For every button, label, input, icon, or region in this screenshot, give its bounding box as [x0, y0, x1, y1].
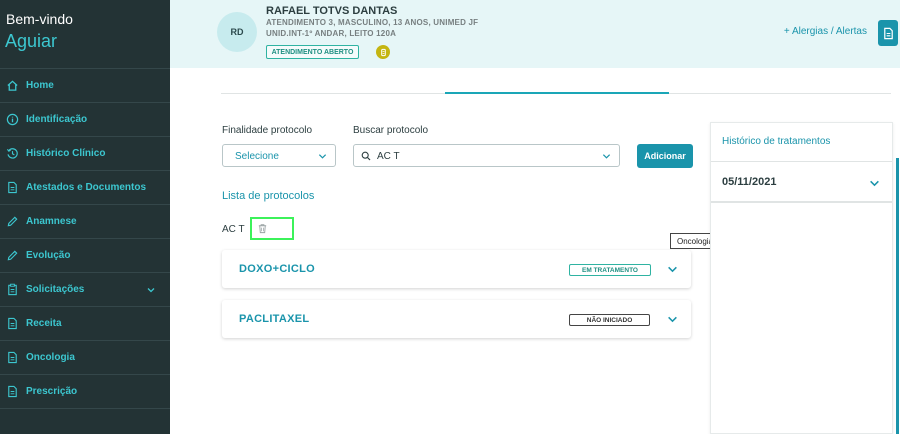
status-badge: NÃO INICIADO [569, 314, 650, 326]
pencil-icon [5, 249, 19, 263]
document-icon [5, 385, 19, 399]
divider [711, 201, 892, 203]
selected-protocol-label: AC T [222, 224, 245, 235]
protocol-name: PACLITAXEL [239, 313, 310, 325]
protocol-list-title: Lista de protocolos [222, 190, 315, 202]
chevron-down-icon [318, 154, 327, 159]
info-icon [5, 113, 19, 127]
status-badge: ATENDIMENTO ABERTO [266, 45, 359, 59]
sidebar-item-evolucao[interactable]: Evolução [0, 238, 170, 272]
alert-tag-icon[interactable] [376, 45, 390, 59]
search-icon [361, 151, 371, 161]
sidebar-item-label: Oncologia [26, 352, 75, 363]
sidebar-item-oncologia[interactable]: Oncologia [0, 340, 170, 374]
allergies-alerts-link[interactable]: + Alergias / Alertas [784, 26, 867, 37]
history-title: Histórico de tratamentos [722, 136, 831, 147]
patient-header: RD RAFAEL TOTVS DANTAS ATENDIMENTO 3, MA… [170, 0, 900, 68]
sidebar-item-label: Home [26, 80, 54, 91]
finalidade-label: Finalidade protocolo [222, 125, 313, 136]
sidebar-item-historico-clinico[interactable]: Histórico Clínico [0, 136, 170, 170]
sidebar-item-home[interactable]: Home [0, 68, 170, 102]
document-button[interactable] [878, 20, 898, 46]
welcome-text: Bem-vindo [6, 11, 73, 27]
scrollbar[interactable] [896, 158, 899, 434]
sidebar-item-label: Receita [26, 318, 62, 329]
sidebar-item-identificacao[interactable]: Identificação [0, 102, 170, 136]
divider [711, 161, 892, 162]
pencil-icon [5, 215, 19, 229]
patient-info-line: ATENDIMENTO 3, MASCULINO, 13 ANOS, UNIME… [266, 18, 479, 27]
clipboard-icon [5, 283, 19, 297]
chevron-down-icon[interactable] [869, 178, 880, 189]
trash-icon [258, 224, 267, 234]
document-icon [883, 27, 893, 39]
status-badge: EM TRATAMENTO [569, 264, 651, 276]
add-button[interactable]: Adicionar [637, 144, 693, 168]
sidebar-item-label: Anamnese [26, 216, 77, 227]
treatment-history-panel: Histórico de tratamentos 05/11/2021 [710, 122, 893, 434]
chevron-down-icon [147, 288, 155, 293]
protocol-card[interactable]: DOXO+CICLO EM TRATAMENTO [222, 250, 691, 288]
document-icon [5, 351, 19, 365]
chevron-down-icon[interactable] [667, 264, 678, 275]
user-name: Aguiar [5, 31, 58, 51]
finalidade-select-value: Selecione [235, 151, 279, 162]
sidebar-item-label: Atestados e Documentos [26, 182, 147, 193]
sidebar-item-prescricao[interactable]: Prescrição [0, 374, 170, 408]
document-icon [5, 317, 19, 331]
active-tab-indicator [445, 92, 669, 94]
sidebar: Bem-vindo Aguiar Home Identificação Hist… [0, 0, 170, 434]
protocol-card[interactable]: PACLITAXEL NÃO INICIADO [222, 300, 691, 338]
sidebar-item-label: Prescrição [26, 386, 78, 397]
chevron-down-icon [602, 154, 611, 159]
sidebar-item-anamnese[interactable]: Anamnese [0, 204, 170, 238]
sidebar-item-atestados[interactable]: Atestados e Documentos [0, 170, 170, 204]
protocol-name: DOXO+CICLO [239, 263, 316, 275]
sidebar-item-more[interactable] [0, 408, 170, 434]
home-icon [5, 79, 19, 93]
buscar-protocolo-select[interactable]: AC T [353, 144, 620, 167]
patient-name: RAFAEL TOTVS DANTAS [266, 5, 398, 17]
avatar: RD [217, 12, 257, 52]
delete-protocol-button[interactable] [250, 217, 294, 240]
finalidade-select[interactable]: Selecione [222, 144, 336, 167]
history-date: 05/11/2021 [722, 176, 777, 188]
history-icon [5, 147, 19, 161]
buscar-protocolo-value: AC T [377, 151, 400, 162]
document-icon [5, 181, 19, 195]
buscar-label: Buscar protocolo [353, 125, 429, 136]
patient-location-line: UNID.INT-1º ANDAR, LEITO 120A [266, 29, 397, 38]
sidebar-item-label: Evolução [26, 250, 71, 261]
sidebar-item-label: Identificação [26, 114, 88, 125]
sidebar-item-label: Histórico Clínico [26, 148, 106, 159]
sidebar-item-solicitacoes[interactable]: Solicitações [0, 272, 170, 306]
sidebar-item-label: Solicitações [26, 284, 85, 295]
chevron-down-icon[interactable] [667, 314, 678, 325]
sidebar-item-receita[interactable]: Receita [0, 306, 170, 340]
